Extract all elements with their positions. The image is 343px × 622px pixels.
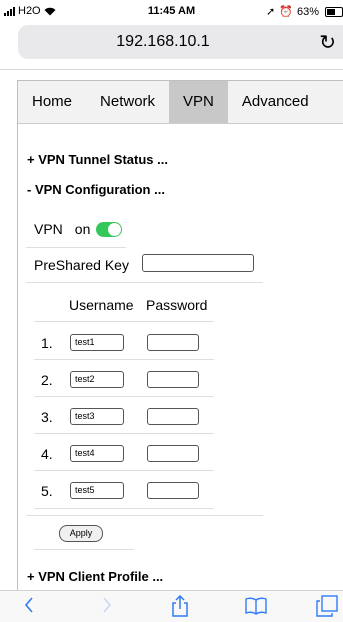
divider (34, 470, 214, 471)
password-input-3[interactable] (147, 408, 199, 425)
username-input-3[interactable]: test3 (70, 408, 124, 425)
divider (26, 247, 126, 248)
username-input-2[interactable]: test2 (70, 371, 124, 388)
apply-button[interactable]: Apply (59, 525, 103, 542)
divider (34, 359, 214, 360)
web-content: Home Network VPN Advanced + VPN Tunnel S… (17, 80, 343, 591)
header-divider (0, 69, 343, 70)
password-header: Password (146, 297, 208, 313)
section-client-profile[interactable]: + VPN Client Profile ... (27, 569, 163, 584)
tab-home[interactable]: Home (18, 81, 86, 123)
password-input-5[interactable] (147, 482, 199, 499)
username-input-4[interactable]: test4 (70, 445, 124, 462)
bookmarks-icon[interactable] (244, 597, 268, 615)
divider (26, 515, 263, 516)
divider (34, 508, 214, 509)
password-input-4[interactable] (147, 445, 199, 462)
tab-network[interactable]: Network (86, 81, 169, 123)
preshared-key-input[interactable] (142, 254, 254, 272)
status-right: ➚ ⏰ 63% (266, 5, 343, 18)
vpn-label: VPN (34, 221, 63, 237)
battery-percent: 63% (296, 5, 319, 18)
alarm-icon: ⏰ (279, 6, 293, 18)
row-number: 4. (41, 446, 53, 462)
divider (34, 433, 214, 434)
address-bar[interactable]: 192.168.10.1 ↻ (18, 25, 343, 59)
row-number: 2. (41, 372, 53, 388)
username-header: Username (69, 297, 134, 313)
divider (34, 396, 214, 397)
url-text[interactable]: 192.168.10.1 (18, 33, 308, 51)
divider (26, 282, 263, 283)
vpn-toggle[interactable] (96, 221, 123, 237)
tabs-icon[interactable] (316, 595, 338, 617)
back-icon[interactable] (24, 597, 34, 613)
divider (34, 549, 134, 550)
tab-vpn[interactable]: VPN (169, 81, 228, 123)
username-input-5[interactable]: test5 (70, 482, 124, 499)
tab-bar: Home Network VPN Advanced (18, 81, 343, 124)
row-number: 1. (41, 335, 53, 351)
row-number: 5. (41, 483, 53, 499)
vpn-state-label: on (74, 221, 91, 237)
status-bar: H2O 11:45 AM ➚ ⏰ 63% (0, 0, 343, 20)
browser-toolbar (0, 590, 343, 622)
row-number: 3. (41, 409, 53, 425)
divider (34, 321, 214, 322)
preshared-key-label: PreShared Key (34, 257, 129, 273)
username-input-1[interactable]: test1 (70, 334, 124, 351)
battery-icon (325, 6, 343, 17)
password-input-1[interactable] (147, 334, 199, 351)
forward-icon[interactable] (102, 597, 112, 613)
section-vpn-configuration[interactable]: - VPN Configuration ... (27, 182, 165, 197)
tab-advanced[interactable]: Advanced (228, 81, 323, 123)
share-icon[interactable] (171, 594, 189, 618)
vpn-toggle-row: VPN on (34, 221, 123, 237)
location-icon: ➚ (266, 6, 276, 18)
section-tunnel-status[interactable]: + VPN Tunnel Status ... (27, 152, 168, 167)
password-input-2[interactable] (147, 371, 199, 388)
reload-icon[interactable]: ↻ (319, 30, 336, 55)
